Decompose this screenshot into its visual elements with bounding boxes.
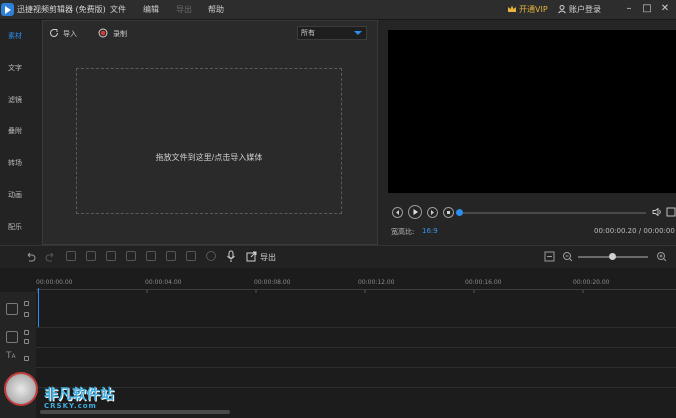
menu-edit[interactable]: 编辑	[143, 4, 159, 15]
nav-item-filters[interactable]: 滤镜	[0, 90, 42, 110]
dropzone-hint: 拖放文件到这里/点击导入媒体	[155, 153, 263, 162]
export-icon[interactable]	[246, 251, 257, 262]
record-button[interactable]: 录制	[113, 29, 127, 39]
minimize-button[interactable]: –	[622, 2, 636, 16]
edit-icon[interactable]	[66, 251, 76, 261]
app-title: 迅捷视频剪辑器 (免费版)	[17, 5, 106, 14]
play-button[interactable]	[408, 205, 422, 219]
overlay-track-icon	[6, 331, 18, 343]
timer-icon[interactable]	[206, 251, 216, 261]
speed-icon[interactable]	[186, 251, 196, 261]
delete-icon[interactable]	[106, 251, 116, 261]
fit-timeline-icon[interactable]	[544, 251, 555, 262]
nav-item-animation[interactable]: 动画	[0, 185, 42, 205]
prev-frame-button[interactable]	[392, 207, 403, 218]
menu-export[interactable]: 导出	[176, 4, 192, 15]
aspect-ratio-label: 宽高比:	[391, 228, 415, 236]
preview-progress-handle[interactable]	[456, 209, 463, 216]
media-dropzone[interactable]	[76, 68, 342, 214]
ruler-label: 00:00:08.00	[254, 279, 291, 286]
preview-time-display: 00:00:00.20 / 00:00:00	[594, 227, 675, 235]
playhead[interactable]	[38, 288, 39, 328]
media-filter-select[interactable]: 所有	[297, 26, 367, 40]
mosaic-icon[interactable]	[166, 251, 176, 261]
maximize-button[interactable]: □	[640, 2, 654, 16]
watermark-logo	[4, 372, 38, 406]
ruler-label: 00:00:00.00	[36, 279, 73, 286]
ruler-label: 00:00:20.00	[573, 279, 610, 286]
media-filter-value: 所有	[301, 29, 315, 37]
lock-icon[interactable]	[24, 301, 29, 306]
nav-item-music[interactable]: 配乐	[0, 217, 42, 237]
visibility-icon[interactable]	[24, 312, 29, 317]
undo-icon[interactable]	[25, 251, 36, 262]
visibility-icon[interactable]	[24, 339, 29, 344]
app-logo-icon	[1, 3, 14, 16]
vip-button[interactable]: 开通VIP	[519, 4, 548, 15]
import-button[interactable]: 导入	[63, 29, 77, 39]
volume-icon[interactable]	[651, 206, 663, 218]
watermark-subtext: CRSKY.com	[44, 402, 97, 410]
nav-item-media[interactable]: 素材	[0, 26, 42, 46]
chevron-down-icon	[354, 31, 362, 35]
ruler-label: 00:00:16.00	[465, 279, 502, 286]
account-login-button[interactable]: 账户登录	[569, 4, 601, 15]
zoom-in-icon[interactable]	[656, 251, 667, 262]
user-icon	[558, 5, 566, 14]
export-button[interactable]: 导出	[260, 252, 276, 263]
redo-icon[interactable]	[45, 251, 56, 262]
zoom-slider-handle[interactable]	[609, 253, 616, 260]
menu-file[interactable]: 文件	[110, 4, 126, 15]
nav-item-text[interactable]: 文字	[0, 58, 42, 78]
track-divider	[36, 347, 676, 348]
menu-help[interactable]: 帮助	[208, 4, 224, 15]
watermark-text: 非凡软件站	[44, 387, 114, 403]
timeline-scrollbar[interactable]	[40, 410, 230, 414]
edit-toolbar	[0, 245, 676, 268]
track-divider	[36, 367, 676, 368]
track-divider	[36, 327, 676, 328]
nav-item-overlay[interactable]: 叠附	[0, 121, 42, 141]
ruler-label: 00:00:04.00	[145, 279, 182, 286]
close-button[interactable]: ✕	[658, 2, 672, 16]
freeze-icon[interactable]	[146, 251, 156, 261]
next-frame-button[interactable]	[427, 207, 438, 218]
text-track-icon: TA	[6, 351, 16, 361]
split-icon[interactable]	[86, 251, 96, 261]
aspect-ratio-select[interactable]: 16:9	[422, 227, 438, 235]
crop-icon[interactable]	[126, 251, 136, 261]
ruler-label: 00:00:12.00	[358, 279, 395, 286]
video-track-icon	[6, 303, 18, 315]
preview-screen	[388, 30, 676, 193]
track-divider	[36, 387, 676, 388]
zoom-out-icon[interactable]	[562, 251, 573, 262]
nav-item-transitions[interactable]: 转场	[0, 153, 42, 173]
vip-crown-icon	[508, 5, 516, 12]
lock-icon[interactable]	[24, 356, 29, 361]
import-icon[interactable]	[49, 28, 59, 38]
preview-progress-track[interactable]	[458, 212, 646, 214]
record-icon[interactable]	[98, 28, 108, 38]
fullscreen-icon[interactable]	[666, 206, 676, 218]
timeline-ruler[interactable]	[36, 289, 676, 293]
stop-button[interactable]	[443, 207, 454, 218]
microphone-icon[interactable]	[226, 250, 236, 263]
lock-icon[interactable]	[24, 330, 29, 335]
